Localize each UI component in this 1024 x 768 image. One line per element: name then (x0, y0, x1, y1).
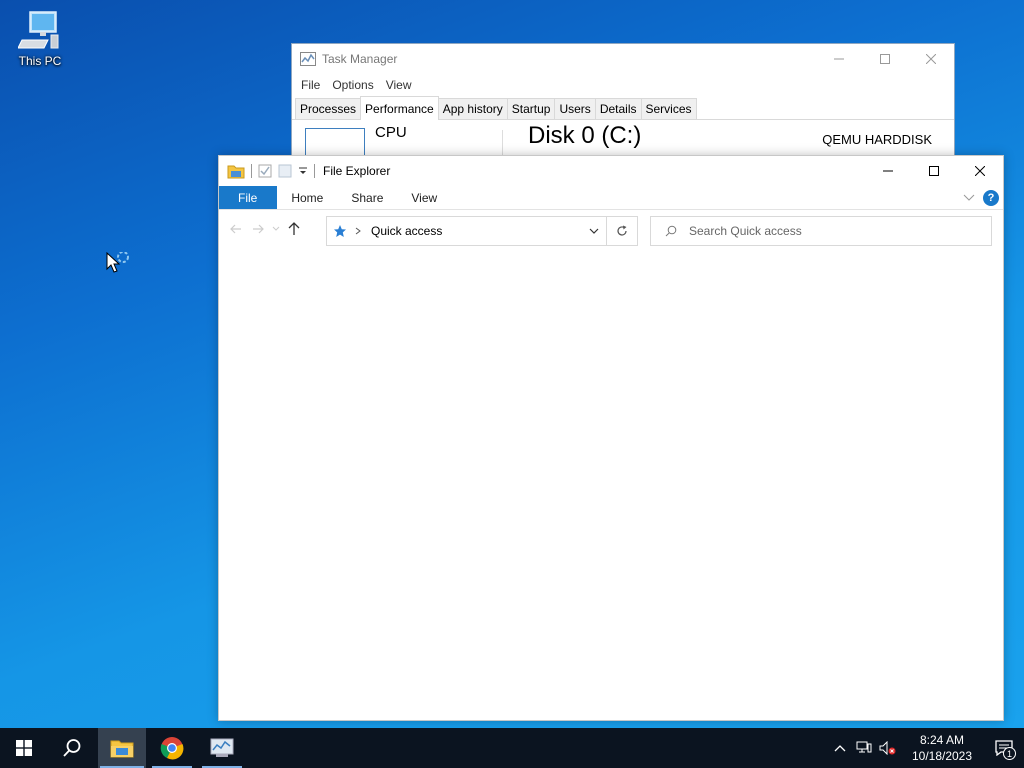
start-icon (16, 740, 32, 756)
cpu-graph-thumbnail[interactable] (305, 128, 365, 158)
computer-icon (18, 11, 59, 49)
minimize-icon (883, 170, 893, 172)
file-explorer-icon (110, 740, 134, 758)
file-explorer-title: File Explorer (323, 164, 391, 178)
file-explorer-titlebar[interactable]: File Explorer (219, 156, 1003, 186)
chevron-down-icon (589, 228, 599, 234)
search-input[interactable] (689, 224, 979, 238)
close-icon (926, 54, 936, 64)
maximize-icon (880, 54, 890, 64)
tab-startup[interactable]: Startup (506, 98, 556, 119)
minimize-button[interactable] (865, 156, 911, 186)
menu-file[interactable]: File (295, 78, 326, 92)
close-icon (975, 166, 985, 176)
menu-options[interactable]: Options (326, 78, 379, 92)
tab-services[interactable]: Services (640, 98, 697, 119)
clock[interactable]: 8:24 AM 10/18/2023 (904, 732, 980, 764)
clock-date: 10/18/2023 (911, 749, 973, 763)
tab-details[interactable]: Details (594, 98, 642, 119)
search-icon (63, 739, 81, 757)
maximize-button[interactable] (911, 156, 957, 186)
maximize-button[interactable] (862, 44, 908, 74)
minimize-icon (834, 58, 844, 60)
ribbon-tab-file[interactable]: File (219, 186, 278, 209)
desktop-icon-this-pc[interactable]: This PC (10, 8, 70, 68)
taskbar-task-manager[interactable] (198, 728, 246, 768)
taskbar-search-button[interactable] (48, 728, 96, 768)
search-box[interactable] (650, 216, 992, 246)
task-manager-icon (210, 738, 234, 757)
chevron-down-icon (272, 226, 280, 231)
tab-processes[interactable]: Processes (295, 98, 362, 119)
task-manager-titlebar[interactable]: Task Manager (292, 44, 954, 74)
up-button[interactable] (283, 217, 305, 241)
maximize-icon (929, 166, 939, 176)
system-tray: 8:24 AM 10/18/2023 1 (828, 728, 1024, 768)
show-hidden-icons-button[interactable] (828, 728, 852, 768)
new-folder-icon[interactable] (278, 164, 292, 178)
toolbar-separator (251, 164, 252, 178)
ribbon-tab-view[interactable]: View (397, 186, 451, 209)
notification-count-badge: 1 (1003, 747, 1016, 760)
address-row: Quick access (219, 210, 1003, 248)
taskbar-chrome[interactable] (148, 728, 196, 768)
search-icon (665, 225, 677, 237)
back-button[interactable] (225, 217, 247, 241)
back-arrow-icon (230, 224, 241, 234)
minimize-button[interactable] (816, 44, 862, 74)
performance-panel: CPU Disk 0 (C:) QEMU HARDDISK (292, 120, 954, 160)
close-button[interactable] (908, 44, 954, 74)
disk-model: QEMU HARDDISK (822, 132, 932, 147)
help-icon[interactable]: ? (983, 189, 999, 206)
start-button[interactable] (0, 728, 48, 768)
quick-access-toolbar (227, 163, 315, 179)
tab-app-history[interactable]: App history (437, 98, 508, 119)
file-explorer-window[interactable]: File Explorer File Home Share View ? Qui… (218, 155, 1004, 721)
network-button[interactable] (852, 728, 876, 768)
chrome-icon (160, 737, 184, 760)
toolbar-separator (314, 164, 315, 178)
chevron-up-icon (834, 745, 846, 752)
menu-view[interactable]: View (380, 78, 418, 92)
ribbon-tab-home[interactable]: Home (277, 186, 337, 209)
task-manager-tabs: Processes Performance App history Startu… (292, 96, 954, 120)
action-center-button[interactable]: 1 (984, 728, 1024, 768)
address-bar[interactable]: Quick access (326, 216, 607, 246)
customize-toolbar-icon[interactable] (298, 166, 308, 176)
file-list-area[interactable] (219, 248, 1003, 720)
network-icon (856, 741, 872, 753)
chevron-right-icon[interactable] (355, 227, 361, 235)
volume-muted-icon (879, 741, 896, 755)
taskbar: 8:24 AM 10/18/2023 1 (0, 728, 1024, 768)
breadcrumb[interactable]: Quick access (371, 224, 442, 238)
properties-icon[interactable] (258, 164, 272, 178)
close-button[interactable] (957, 156, 1003, 186)
task-manager-menubar: File Options View (292, 74, 954, 96)
quick-access-star-icon (334, 225, 346, 237)
ribbon-tab-share[interactable]: Share (337, 186, 397, 209)
forward-arrow-icon (253, 224, 264, 234)
address-dropdown-button[interactable] (582, 228, 606, 234)
clock-time: 8:24 AM (919, 733, 965, 747)
disk-title: Disk 0 (C:) (528, 122, 642, 149)
ribbon-tabs: File Home Share View ? (219, 186, 1003, 210)
tab-users[interactable]: Users (554, 98, 596, 119)
tab-performance[interactable]: Performance (360, 96, 439, 120)
desktop-icon-label: This PC (18, 54, 62, 68)
mouse-cursor-icon (106, 252, 129, 273)
up-arrow-icon (288, 222, 300, 235)
recent-locations-button[interactable] (269, 217, 283, 241)
cpu-side-item[interactable]: CPU (375, 124, 407, 141)
refresh-icon (617, 225, 627, 236)
task-manager-icon (300, 52, 316, 66)
taskbar-file-explorer[interactable] (98, 728, 146, 768)
expand-ribbon-icon[interactable] (963, 194, 975, 202)
refresh-button[interactable] (606, 216, 638, 246)
forward-button[interactable] (247, 217, 269, 241)
task-manager-title: Task Manager (322, 52, 398, 66)
volume-button[interactable] (876, 728, 900, 768)
folder-icon (227, 165, 245, 179)
